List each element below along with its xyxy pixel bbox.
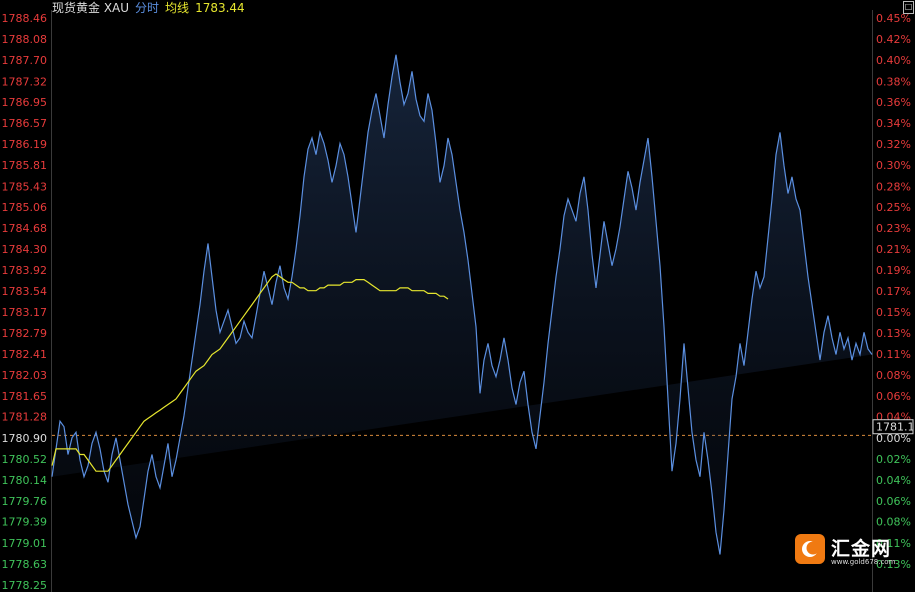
instrument-name: 现货黄金 XAU (52, 1, 130, 15)
average-value: 1783.44 (195, 1, 245, 15)
percent-tick-label: 0.13% (876, 327, 911, 340)
intraday-chart[interactable]: 1788.46 1788.08 1787.70 1787.32 1786.95 1786.… (0, 0, 915, 592)
percent-tick-label: 0.38% (876, 75, 911, 88)
percent-tick-label: 0.06% (876, 390, 911, 403)
price-tick-label: 1784.30 (2, 243, 48, 256)
price-tick-label: 1782.79 (2, 327, 48, 340)
brand-url: www.gold678.com (831, 558, 896, 566)
price-tick-label: 1782.03 (2, 369, 48, 382)
price-tick-label: 1788.46 (2, 12, 48, 25)
percent-tick-label: 0.30% (876, 159, 911, 172)
percent-tick-label: 0.08% (876, 369, 911, 382)
percent-tick-label: 0.36% (876, 96, 911, 109)
price-tick-label: 1785.06 (2, 201, 48, 214)
price-tick-label: 1779.01 (2, 537, 48, 550)
price-tick-label: 1787.32 (2, 75, 48, 88)
percent-tick-label: 0.21% (876, 243, 911, 256)
percent-tick-label: 0.06% (876, 495, 911, 508)
price-tick-label: 1781.65 (2, 390, 48, 403)
price-tick-label: 1788.08 (2, 33, 48, 46)
percent-tick-label: 0.02% (876, 453, 911, 466)
average-label: 均线 (165, 1, 190, 15)
current-price-marker: 1781.1 (872, 419, 915, 435)
price-tick-label: 1786.95 (2, 96, 48, 109)
price-tick-label: 1779.76 (2, 495, 48, 508)
price-tick-label: 1787.70 (2, 54, 48, 67)
price-tick-label: 1780.52 (2, 453, 48, 466)
price-tick-label: 1781.28 (2, 411, 48, 424)
price-tick-label: 1786.57 (2, 117, 48, 130)
percent-tick-label: 0.08% (876, 516, 911, 529)
percent-tick-label: 0.40% (876, 54, 911, 67)
price-tick-label: 1783.92 (2, 264, 48, 277)
price-tick-label: 1783.17 (2, 306, 48, 319)
price-tick-label: 1779.39 (2, 516, 48, 529)
percent-tick-label: 0.15% (876, 306, 911, 319)
percent-tick-label: 0.42% (876, 33, 911, 46)
percent-tick-label: 0.32% (876, 138, 911, 151)
price-tick-label: 1785.43 (2, 180, 48, 193)
chart-header: 现货黄金 XAU 分时 均线 1783.44 (52, 0, 251, 17)
price-tick-label: 1778.25 (2, 579, 48, 592)
price-tick-label: 1778.63 (2, 558, 48, 571)
percent-tick-label: 0.11% (876, 348, 911, 361)
brand-logo: 汇金网 www.gold678.com (795, 534, 895, 566)
percent-tick-label: 0.04% (876, 474, 911, 487)
percent-tick-label: 0.17% (876, 285, 911, 298)
window-restore-icon[interactable]: □ (903, 1, 914, 14)
current-price-label: 1781.1 (876, 421, 915, 434)
brand-name: 汇金网 (831, 538, 892, 560)
price-tick-label: 1780.90 (2, 432, 48, 445)
percent-tick-label: 0.25% (876, 201, 911, 214)
price-tick-label: 1780.14 (2, 474, 48, 487)
price-tick-label: 1782.41 (2, 348, 48, 361)
price-tick-label: 1786.19 (2, 138, 48, 151)
price-tick-label: 1785.81 (2, 159, 48, 172)
price-tick-label: 1784.68 (2, 222, 48, 235)
percent-tick-label: 0.34% (876, 117, 911, 130)
percent-tick-label: 0.28% (876, 180, 911, 193)
price-tick-label: 1783.54 (2, 285, 48, 298)
percent-tick-label: 0.19% (876, 264, 911, 277)
crescent-logo-icon (795, 534, 825, 564)
mode-label[interactable]: 分时 (135, 1, 159, 15)
percent-tick-label: 0.23% (876, 222, 911, 235)
